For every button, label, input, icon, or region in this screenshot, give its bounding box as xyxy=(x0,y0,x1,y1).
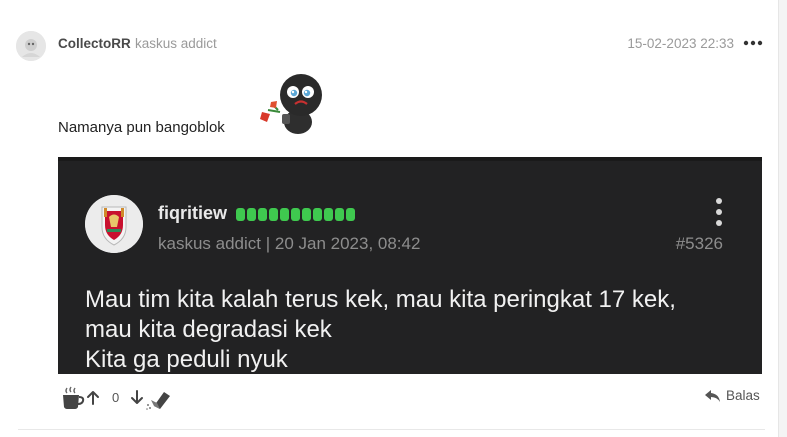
coffee-button[interactable] xyxy=(61,385,85,411)
eraser-button[interactable] xyxy=(145,388,171,410)
quoted-line: mau kita degradasi kek xyxy=(85,316,332,343)
reply-label[interactable]: Balas xyxy=(726,388,760,403)
club-crest-icon xyxy=(85,195,143,253)
reputation-segment xyxy=(269,208,278,221)
quoted-meta: kaskus addict | 20 Jan 2023, 08:42 xyxy=(158,234,421,253)
reputation-bar xyxy=(236,208,355,221)
reputation-segment xyxy=(247,208,256,221)
reply-icon xyxy=(705,390,720,402)
eraser-icon xyxy=(146,392,170,410)
quoted-more-button[interactable] xyxy=(711,197,727,227)
post-content: Namanya pun bangoblok xyxy=(58,119,225,136)
arrow-up-icon xyxy=(87,391,99,405)
reputation-segment xyxy=(324,208,333,221)
sad-emoticon-icon xyxy=(260,74,322,134)
divider xyxy=(18,429,765,430)
reputation-segment xyxy=(236,208,245,221)
reputation-segment xyxy=(291,208,300,221)
avatar[interactable] xyxy=(16,31,46,61)
quoted-post-number[interactable]: #5326 xyxy=(676,234,723,254)
quoted-avatar[interactable] xyxy=(85,195,143,253)
vote-count: 0 xyxy=(112,390,120,405)
user-avatar-icon xyxy=(16,31,46,61)
scrollbar[interactable] xyxy=(778,0,787,437)
upvote-button[interactable] xyxy=(86,390,100,405)
reputation-segment xyxy=(302,208,311,221)
username[interactable]: CollectoRR xyxy=(58,36,131,51)
reputation-segment xyxy=(280,208,289,221)
sticker-image xyxy=(258,70,328,138)
post-timestamp: 15-02-2023 22:33 xyxy=(627,36,734,51)
arrow-down-icon xyxy=(131,390,143,404)
reputation-segment xyxy=(313,208,322,221)
more-horizontal-icon xyxy=(743,40,763,46)
quoted-username[interactable]: fiqritiew xyxy=(158,203,227,224)
coffee-cup-icon xyxy=(63,386,85,409)
reputation-segment xyxy=(346,208,355,221)
quoted-line: Kita ga peduli nyuk xyxy=(85,346,288,373)
more-vertical-icon xyxy=(716,198,722,226)
reputation-segment xyxy=(258,208,267,221)
user-rank: kaskus addict xyxy=(135,36,217,51)
reputation-segment xyxy=(335,208,344,221)
post-item: CollectoRR kaskus addict 15-02-2023 22:3… xyxy=(0,0,787,437)
quoted-post-card[interactable]: fiqritiew kaskus addict | 20 Jan 2023, 0… xyxy=(58,157,762,374)
downvote-button[interactable] xyxy=(130,390,144,405)
reply-button[interactable] xyxy=(704,388,722,404)
quoted-content: Mau tim kita kalah terus kek, mau kita p… xyxy=(85,285,755,374)
quoted-line: Mau tim kita kalah terus kek, mau kita p… xyxy=(85,286,676,313)
more-options-button[interactable] xyxy=(743,34,763,52)
